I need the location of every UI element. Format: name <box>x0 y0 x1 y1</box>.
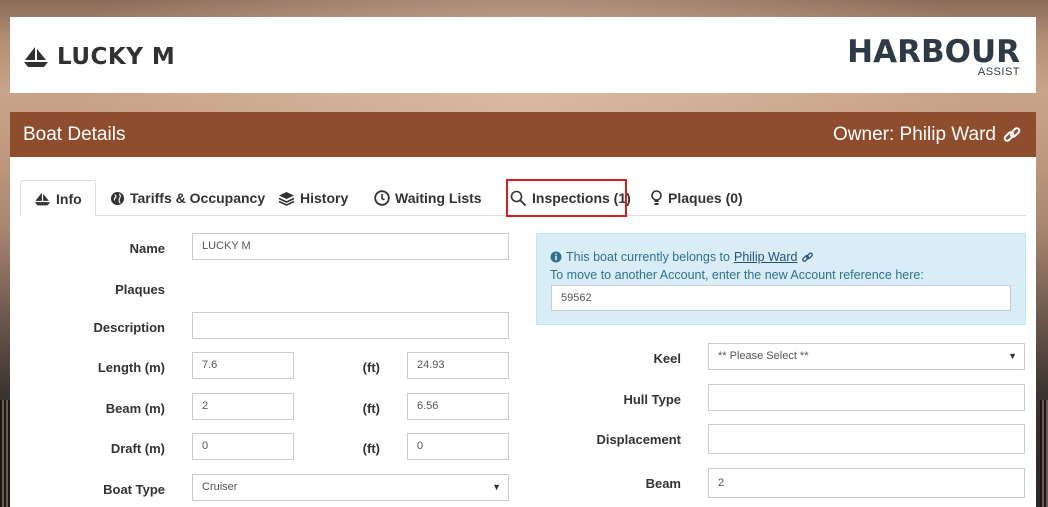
beam-label: Beam (m) <box>105 401 165 416</box>
beam-m-input[interactable]: 2 <box>192 393 294 420</box>
keel-label: Keel <box>653 351 681 366</box>
tab-label: Plaques (0) <box>668 190 743 206</box>
tab-waiting-lists[interactable]: Waiting Lists <box>374 180 482 216</box>
logo-sub-text: ASSIST <box>977 66 1020 78</box>
page-header: LUCKY M HARBOUR ASSIST <box>10 17 1036 93</box>
length-ft-label: (ft) <box>362 360 380 375</box>
boat-type-label: Boat Type <box>103 482 165 497</box>
boat-name: LUCKY M <box>57 44 176 70</box>
sailboat-icon <box>34 192 51 205</box>
tab-label: Info <box>56 190 82 207</box>
tab-inspections[interactable]: Inspections (1) <box>510 180 631 216</box>
panel-header: Boat Details Owner: Philip Ward <box>10 112 1036 157</box>
link-icon[interactable] <box>1002 125 1022 145</box>
beam-ft-input[interactable]: 6.56 <box>407 393 509 420</box>
draft-m-input[interactable]: 0 <box>192 433 294 460</box>
sailboat-icon <box>23 46 49 68</box>
beam-right-input[interactable]: 2 <box>708 468 1025 498</box>
beam-ft-label: (ft) <box>362 401 380 416</box>
displacement-input[interactable] <box>708 424 1025 454</box>
logo-main-text: HARBOUR <box>847 34 1020 70</box>
ownership-text: This boat currently belongs to <box>566 250 730 264</box>
tab-label: Inspections (1) <box>532 190 631 206</box>
link-icon[interactable] <box>801 251 814 264</box>
panel-title: Boat Details <box>23 124 126 145</box>
description-label: Description <box>93 320 165 335</box>
search-icon <box>510 190 527 206</box>
draft-ft-input[interactable]: 0 <box>407 433 509 460</box>
tab-history[interactable]: History <box>278 180 348 216</box>
dropdown-arrow-icon: ▼ <box>1008 351 1017 361</box>
background-masts-right <box>1040 400 1048 507</box>
boat-type-select[interactable]: Cruiser ▼ <box>192 474 509 501</box>
ownership-info-box: This boat currently belongs to Philip Wa… <box>536 233 1026 325</box>
owner-name-link[interactable]: Philip Ward <box>734 250 797 264</box>
clock-icon <box>374 190 390 206</box>
boat-type-value: Cruiser <box>202 481 238 493</box>
info-icon <box>550 251 562 263</box>
ownership-line: This boat currently belongs to Philip Wa… <box>550 250 814 264</box>
length-label: Length (m) <box>97 360 165 375</box>
name-input[interactable]: LUCKY M <box>192 233 509 260</box>
keel-value: ** Please Select ** <box>718 350 809 362</box>
keel-select[interactable]: ** Please Select ** ▼ <box>708 343 1025 370</box>
tab-label: Tariffs & Occupancy <box>130 190 266 206</box>
beam-right-label: Beam <box>645 476 681 491</box>
name-label: Name <box>129 241 165 256</box>
harbour-assist-logo: HARBOUR ASSIST <box>847 35 1020 79</box>
owner-label[interactable]: Owner: Philip Ward <box>833 124 996 146</box>
tab-tariffs-occupancy[interactable]: Tariffs & Occupancy <box>110 180 265 216</box>
move-account-text: To move to another Account, enter the ne… <box>550 268 924 282</box>
draft-label: Draft (m) <box>110 441 165 456</box>
description-input[interactable] <box>192 312 509 339</box>
displacement-label: Displacement <box>596 432 681 447</box>
hull-type-label: Hull Type <box>623 392 681 407</box>
length-ft-input[interactable]: 24.93 <box>407 352 509 379</box>
account-reference-input[interactable]: 59562 <box>551 285 1011 311</box>
plaques-label: Plaques <box>115 282 165 297</box>
draft-ft-label: (ft) <box>362 441 380 456</box>
globe-icon <box>110 191 125 205</box>
background-masts-left <box>0 400 10 507</box>
owner-link[interactable]: Owner: Philip Ward <box>833 124 1022 146</box>
tab-plaques[interactable]: Plaques (0) <box>650 180 743 216</box>
tab-info[interactable]: Info <box>20 180 96 217</box>
layers-icon <box>278 191 295 206</box>
length-m-input[interactable]: 7.6 <box>192 352 294 379</box>
tab-label: History <box>300 190 349 206</box>
hull-type-input[interactable] <box>708 384 1025 411</box>
tab-bar: Info Tariffs & Occupancy History Waiting… <box>20 179 1026 217</box>
lightbulb-icon <box>651 190 662 205</box>
dropdown-arrow-icon: ▼ <box>492 482 501 492</box>
boat-title: LUCKY M <box>23 43 175 71</box>
tab-label: Waiting Lists <box>395 190 482 206</box>
boat-details-panel: Boat Details Owner: Philip Ward Info Tar… <box>10 112 1036 507</box>
